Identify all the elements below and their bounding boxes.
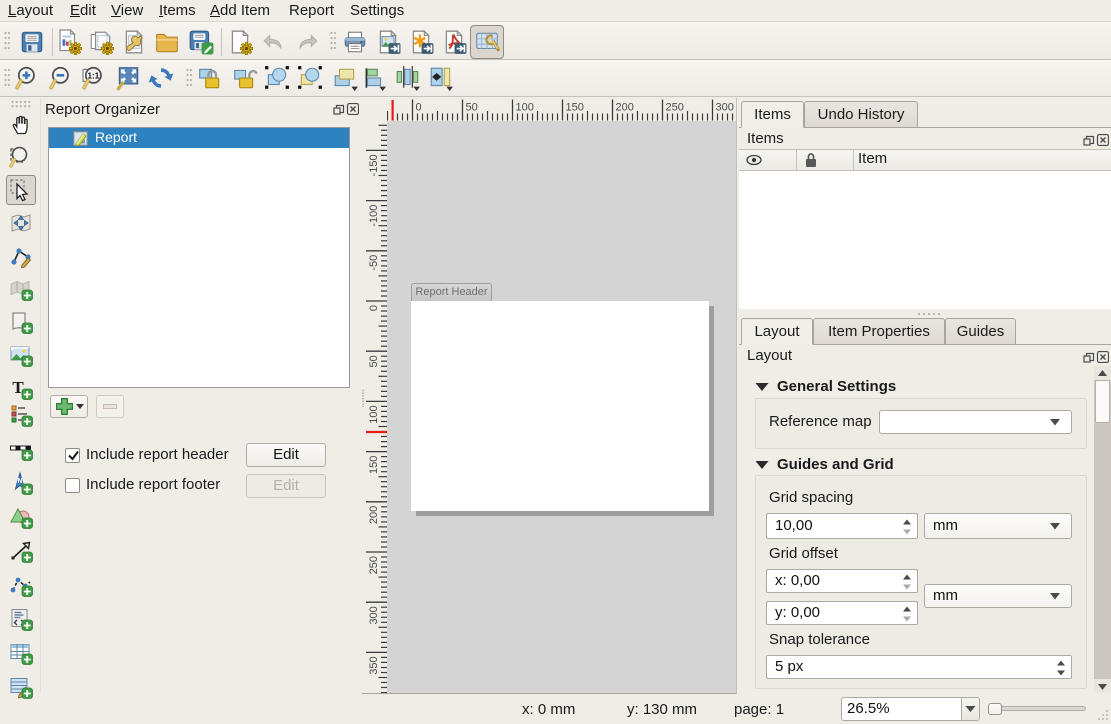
svg-text:-50: -50 xyxy=(368,255,380,271)
svg-text:100: 100 xyxy=(368,405,380,423)
svg-text:200: 200 xyxy=(616,102,634,114)
svg-text:-100: -100 xyxy=(368,205,380,227)
svg-text:150: 150 xyxy=(566,102,584,114)
svg-text:0: 0 xyxy=(368,305,380,311)
svg-text:200: 200 xyxy=(368,506,380,524)
svg-text:50: 50 xyxy=(466,102,478,114)
svg-text:150: 150 xyxy=(368,456,380,474)
svg-text:0: 0 xyxy=(416,102,422,114)
svg-text:50: 50 xyxy=(368,355,380,367)
svg-text:100: 100 xyxy=(516,102,534,114)
svg-text:350: 350 xyxy=(368,656,380,674)
svg-text:N: N xyxy=(17,478,22,485)
svg-text:250: 250 xyxy=(368,556,380,574)
svg-text:300: 300 xyxy=(716,102,734,114)
svg-text:250: 250 xyxy=(666,102,684,114)
svg-text:-150: -150 xyxy=(368,154,380,176)
svg-text:300: 300 xyxy=(368,606,380,624)
svg-text:1:1: 1:1 xyxy=(88,72,100,81)
